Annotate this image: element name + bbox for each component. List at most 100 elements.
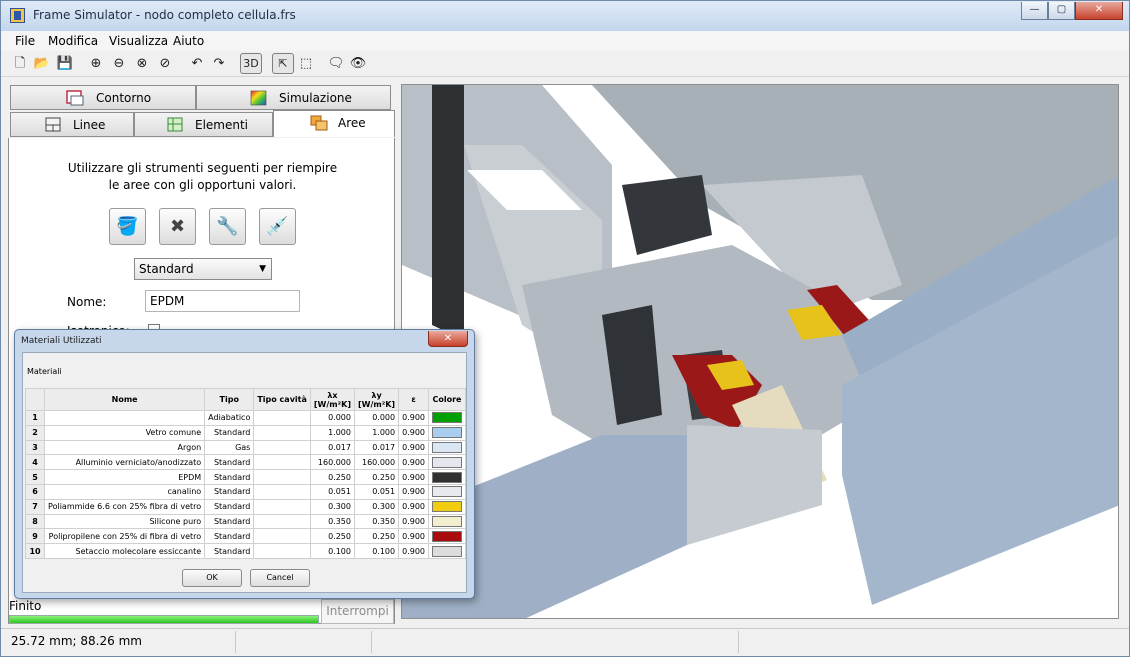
table-row[interactable]: 4 Alluminio verniciato/anodizzato Standard… [24,454,466,471]
color-swatch[interactable] [432,530,462,542]
menu-modifica[interactable]: Modifica [48,34,98,48]
paint-bucket-button[interactable]: 🪣 [109,208,146,245]
color-swatch[interactable] [432,456,462,468]
close-button[interactable]: ✕ [1075,2,1123,20]
instruction-line-2: le aree con gli opportuni valori. [108,178,297,192]
table-row[interactable]: 8 Silicone puro Standard 0.350 0.350 0.900 [24,513,466,530]
erase-fill-icon: ✖ [169,216,186,237]
table-row[interactable]: 10 Setaccio molecolare essiccante Standard… [24,543,466,559]
comment-icon[interactable]: 🗨 [326,54,346,74]
3d-model-render [402,85,1118,618]
material-name: Polipropilene con 25% di fibra di vetro [44,528,206,545]
color-cell[interactable] [428,424,466,441]
color-cell[interactable] [428,498,466,515]
table-row[interactable]: 7 Poliammide 6.6 con 25% fibra di vetro St… [24,498,466,515]
table-row[interactable]: 6 canalino Standard 0.051 0.051 0.900 [24,483,466,500]
menu-aiuto[interactable]: Aiuto [173,34,204,48]
cancel-button[interactable]: Cancel [250,569,310,587]
material-type: Standard [204,498,255,515]
material-type: Gas [204,439,255,456]
color-cell[interactable] [428,454,466,471]
table-row[interactable]: 5 EPDM Standard 0.250 0.250 0.900 [24,469,466,485]
color-cell[interactable] [428,513,466,530]
tab-aree[interactable]: Aree [273,110,395,137]
fill-tool-button[interactable]: 🔧 [209,208,246,245]
row-number: 7 [24,498,46,515]
3d-viewport[interactable] [401,84,1119,619]
type-select[interactable]: Standard ▼ [134,258,272,280]
material-type: Standard [204,469,255,485]
table-row[interactable]: 2 Vetro comune Standard 1.000 1.000 0.900 [24,424,466,441]
paint-bucket-icon: 🪣 [116,216,139,237]
color-swatch[interactable] [432,501,462,513]
lambda-x: 0.000 [309,410,355,426]
menu-visualizza[interactable]: Visualizza [109,34,168,48]
tab-elementi[interactable]: Elementi [134,112,273,137]
color-swatch[interactable] [432,412,462,424]
open-folder-icon[interactable]: 📂 [32,54,52,74]
eyedropper-button[interactable]: 💉 [259,208,296,245]
redo-icon[interactable]: ↷ [209,54,229,74]
maximize-button[interactable]: ▢ [1048,2,1075,20]
areas-icon [310,115,328,131]
minimize-button[interactable]: — [1021,2,1048,20]
cavity-type [253,439,311,456]
table-row[interactable]: 3 Argon Gas 0.017 0.017 0.900 [24,439,466,456]
row-number: 9 [24,528,46,545]
material-name: Vetro comune [44,424,206,441]
select-arrow-icon[interactable]: ⇱ [272,53,294,74]
table-row[interactable]: 1 Adiabatico 0.000 0.000 0.900 [24,410,466,426]
color-swatch[interactable] [432,545,462,557]
type-select-value: Standard [139,262,194,276]
undo-icon[interactable]: ↶ [187,54,207,74]
color-cell[interactable] [428,543,466,559]
color-cell[interactable] [428,528,466,545]
eyedropper-icon: 💉 [266,216,289,237]
zoom-out-icon[interactable]: ⊖ [109,54,129,74]
lambda-y: 0.051 [353,483,400,500]
3d-view-button[interactable]: 3D [240,53,262,74]
save-icon[interactable]: 💾 [55,54,75,74]
new-file-icon[interactable]: 🗋 [10,54,30,74]
tab-simulazione[interactable]: Simulazione [196,85,391,110]
contour-icon [66,90,84,106]
color-cell[interactable] [428,439,466,456]
table-row[interactable]: 9 Polipropilene con 25% di fibra di vetro… [24,528,466,545]
zoom-window-icon[interactable]: ⊗ [132,54,152,74]
app-window: Frame Simulator - nodo completo cellula.… [0,0,1130,657]
tab-contorno[interactable]: Contorno [10,85,196,110]
zoom-fit-icon[interactable]: ⊘ [155,54,175,74]
lambda-y: 0.250 [353,469,400,485]
title-bar[interactable]: Frame Simulator - nodo completo cellula.… [1,1,1129,31]
lambda-x: 0.051 [309,483,355,500]
nome-input[interactable]: EPDM [145,290,300,312]
ok-button[interactable]: OK [182,569,242,587]
interrompi-button[interactable]: Interrompi [321,599,394,624]
emissivity: 0.900 [398,483,429,500]
lambda-x: 0.250 [309,528,355,545]
zoom-in-icon[interactable]: ⊕ [86,54,106,74]
materials-dialog: Materiali Utilizzati ✕ Materiali Nome Ti… [14,329,475,599]
color-cell[interactable] [428,469,466,485]
menu-file[interactable]: File [15,34,35,48]
color-swatch[interactable] [432,427,462,439]
lambda-x: 1.000 [309,424,355,441]
eye-icon[interactable]: 👁 [348,54,368,74]
header-lambda-x: λx [W/m²K] [309,388,355,411]
color-cell[interactable] [428,410,466,426]
cavity-type [253,424,311,441]
dialog-close-button[interactable]: ✕ [428,331,468,347]
erase-fill-button[interactable]: ✖ [159,208,196,245]
header-lambda-y-label: λy [371,390,382,400]
cavity-type [253,454,311,471]
select-area-icon[interactable]: ⬚ [296,54,316,74]
toolbar: 🗋 📂 💾 ⊕ ⊖ ⊗ ⊘ ↶ ↷ 3D ⇱ ⬚ 🗨 👁 [1,51,1129,77]
color-swatch[interactable] [432,471,462,483]
color-swatch[interactable] [432,486,462,498]
tab-linee[interactable]: Linee [10,112,134,137]
color-swatch[interactable] [432,441,462,453]
color-cell[interactable] [428,483,466,500]
material-type: Standard [204,543,255,559]
emissivity: 0.900 [398,498,429,515]
color-swatch[interactable] [432,515,462,527]
